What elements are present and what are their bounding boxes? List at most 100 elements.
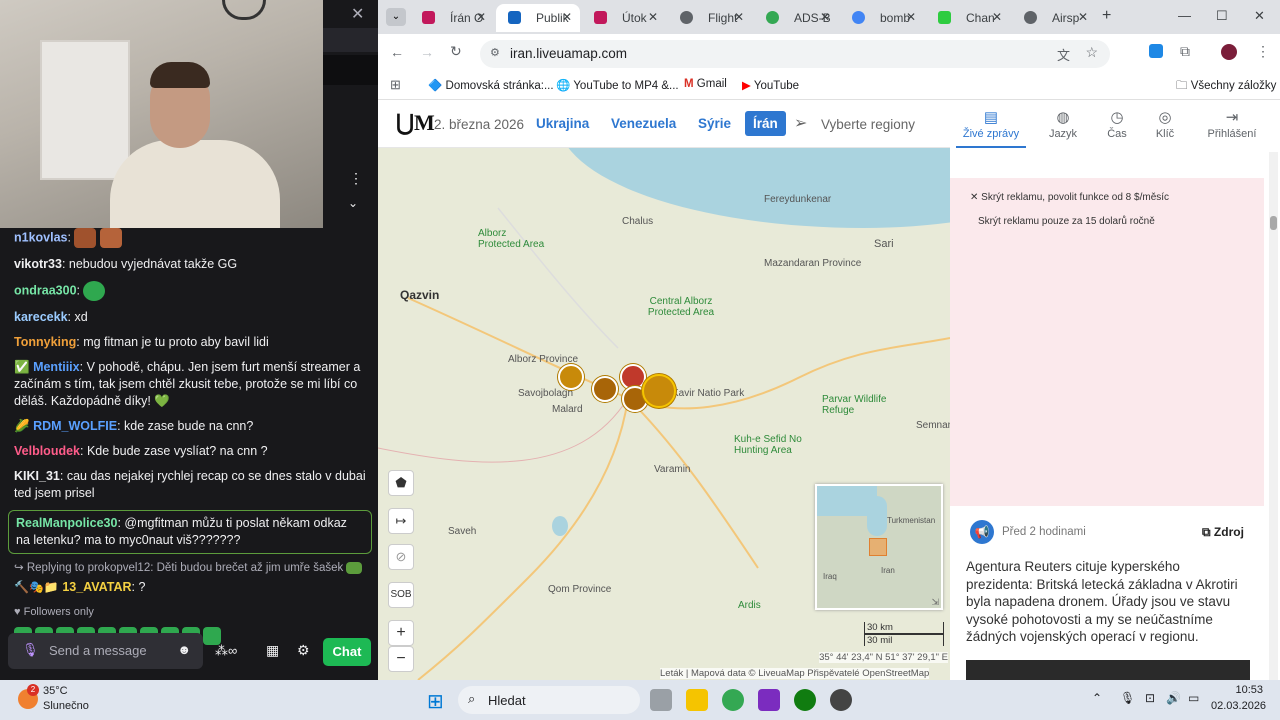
tab-login[interactable]: ⇥ Přihlášení <box>1192 108 1272 140</box>
chat-username[interactable]: KIKI_31 <box>14 469 60 483</box>
app-icon[interactable] <box>830 689 852 711</box>
back-icon[interactable]: ← <box>390 44 404 60</box>
new-tab-icon[interactable]: + <box>1102 7 1111 25</box>
close-icon[interactable]: ✕ <box>562 10 572 24</box>
chat-username[interactable]: Mentiiix <box>33 360 80 374</box>
event-marker-cluster[interactable] <box>642 374 676 408</box>
xbox-icon[interactable] <box>794 689 816 711</box>
store-icon[interactable]: ▦ <box>266 642 279 659</box>
chat-username[interactable]: ondraa300 <box>14 283 77 297</box>
minimap-toggle-icon[interactable]: ⇲ <box>931 597 939 608</box>
nav-venezuela[interactable]: Venezuela <box>611 116 676 131</box>
extensions-puzzle-icon[interactable]: ⧉ <box>1180 43 1190 60</box>
profile-avatar[interactable] <box>1221 44 1237 60</box>
bookmark-star-icon[interactable]: ☆ <box>1085 44 1098 61</box>
chat-username[interactable]: RealManpolice30 <box>16 516 117 530</box>
close-icon[interactable]: ✕ <box>648 10 658 24</box>
task-view-icon[interactable] <box>650 689 672 711</box>
chat-username[interactable]: karecekk <box>14 310 68 324</box>
taskbar-search[interactable]: ⌕ Hledat <box>458 686 640 714</box>
tab-search-icon[interactable]: ⌄ <box>386 8 406 26</box>
minimap-viewport[interactable] <box>869 538 887 556</box>
close-icon[interactable]: ✕ <box>992 10 1002 24</box>
sidebar-scrollbar[interactable] <box>1269 152 1278 680</box>
zoom-out-button[interactable]: − <box>388 646 414 672</box>
news-source-link[interactable]: ⧉ Zdroj <box>1202 525 1244 540</box>
hide-ad-monthly[interactable]: ✕ Skrýt reklamu, povolit funkce od 8 $/m… <box>970 192 1169 203</box>
nav-ukrajina[interactable]: Ukrajina <box>536 116 589 131</box>
browser-tab[interactable]: bomb ✕ <box>840 4 924 32</box>
volume-icon[interactable]: 🔊 <box>1166 691 1181 705</box>
translate-icon[interactable]: 文 <box>1057 45 1070 64</box>
all-bookmarks[interactable]: 🗀 Všechny záložky <box>1176 78 1276 97</box>
menu-icon[interactable]: ⋮ <box>1256 43 1270 60</box>
close-icon[interactable]: ✕ <box>1078 10 1088 24</box>
app-icon[interactable] <box>758 689 780 711</box>
chat-username[interactable]: 13_AVATAR <box>62 580 131 594</box>
file-explorer-icon[interactable] <box>686 689 708 711</box>
chat-input[interactable]: 🎙 Send a message ☻ <box>8 633 203 669</box>
bookmark-item[interactable]: 🔷 Domovská stránka:... <box>428 78 554 92</box>
browser-tab[interactable]: Chan ✕ <box>926 4 1010 32</box>
region-select[interactable]: Vyberte regiony <box>821 117 915 132</box>
apps-icon[interactable]: ⊞ <box>390 77 401 93</box>
close-icon[interactable]: ✕ <box>476 10 486 24</box>
mic-icon[interactable]: 🎙 <box>1120 691 1135 705</box>
battery-icon[interactable]: ▭ <box>1188 691 1199 705</box>
chat-send-button[interactable]: Chat <box>323 638 371 666</box>
draw-polygon-icon[interactable]: ⬟ <box>388 470 414 496</box>
chevron-up-icon[interactable]: ⌃ <box>1092 691 1102 705</box>
mic-icon[interactable]: 🎙 <box>22 642 39 658</box>
close-icon[interactable]: ✕ <box>351 4 364 24</box>
event-marker[interactable] <box>558 364 584 390</box>
map-attribution[interactable]: Leták | Mapová data © LiveuaMap Přispěva… <box>660 668 930 679</box>
bookmark-item[interactable]: 🌐 YouTube to MP4 &... <box>556 78 679 92</box>
close-window-icon[interactable]: ✕ <box>1254 8 1265 24</box>
chat-username[interactable]: RDM_WOLFIE <box>33 419 117 433</box>
tab-key[interactable]: ◎ Klíč <box>1130 108 1200 140</box>
chrome-icon[interactable] <box>722 689 744 711</box>
more-icon[interactable]: ⋮ <box>349 170 363 187</box>
browser-tab[interactable]: Útok ✕ <box>582 4 666 32</box>
browser-tab-active[interactable]: Publik ✕ <box>496 4 580 32</box>
network-icon[interactable]: ⊡ <box>1145 691 1155 705</box>
site-info-icon[interactable]: ⚙ <box>490 46 500 59</box>
close-icon[interactable]: ✕ <box>906 10 916 24</box>
site-date[interactable]: 2. března 2026 <box>434 117 524 132</box>
browser-tab[interactable]: Airsp ✕ <box>1012 4 1096 32</box>
chat-username[interactable]: Tonnyking <box>14 335 76 349</box>
hide-ad-yearly[interactable]: Skrýt reklamu pouze za 15 dolarů ročně <box>978 216 1155 227</box>
event-marker[interactable] <box>592 376 618 402</box>
bookmark-item[interactable]: ▶ YouTube <box>742 78 799 92</box>
clock-date[interactable]: 02.03.2026 <box>1211 700 1266 712</box>
extension-icon[interactable] <box>1149 44 1163 58</box>
windows-start-icon[interactable]: ⊞ <box>427 689 444 714</box>
chat-username[interactable]: vikotr33 <box>14 257 62 271</box>
minimap[interactable]: Turkmenistan Iraq Iran ⇲ <box>815 484 943 610</box>
measure-icon[interactable]: ↦ <box>388 508 414 534</box>
url-input[interactable]: ⚙ iran.liveuamap.com 文 ☆ <box>480 40 1110 68</box>
bits-icon[interactable]: ⁂∞ <box>215 643 237 659</box>
close-icon[interactable]: ✕ <box>734 10 744 24</box>
forward-icon[interactable]: → <box>420 44 434 60</box>
nav-syrie[interactable]: Sýrie <box>698 116 731 131</box>
hide-icon[interactable]: ⊘ <box>388 544 414 570</box>
emoji-icon[interactable]: ☻ <box>177 642 191 657</box>
close-icon[interactable]: ✕ <box>820 10 830 24</box>
weather-desc[interactable]: Slunečno <box>43 700 89 712</box>
browser-tab[interactable]: Írán O ✕ <box>410 4 494 32</box>
maximize-icon[interactable]: ☐ <box>1216 8 1228 24</box>
site-logo[interactable]: ⋃M <box>396 110 435 136</box>
weather-temp[interactable]: 35°C <box>43 685 68 697</box>
chevron-down-icon[interactable]: ⌄ <box>348 196 358 210</box>
chat-username[interactable]: Velbloudek <box>14 444 80 458</box>
clock-time[interactable]: 10:53 <box>1211 684 1263 696</box>
zoom-in-button[interactable]: + <box>388 620 414 646</box>
reload-icon[interactable]: ↻ <box>450 43 462 60</box>
map[interactable]: Qazvin Chalus Sari Central Alborz Protec… <box>378 148 950 680</box>
nav-iran-active[interactable]: Írán <box>745 111 786 136</box>
scrollbar-thumb[interactable] <box>1270 216 1277 230</box>
tab-live-news[interactable]: ▤ Živé zprávy <box>956 108 1026 148</box>
gear-icon[interactable]: ⚙ <box>297 642 310 659</box>
browser-tab[interactable]: ADS-B ✕ <box>754 4 838 32</box>
